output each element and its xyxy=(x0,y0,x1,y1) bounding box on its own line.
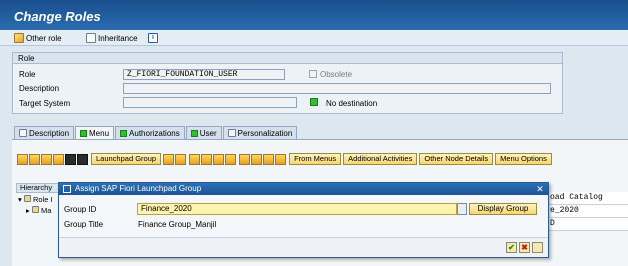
tab-label: Description xyxy=(29,128,70,138)
group-id-input[interactable]: Finance_2020 xyxy=(137,203,457,215)
inheritance-label: Inheritance xyxy=(98,33,138,43)
hierarchy-tree: ▾ Role I ▸ Ma xyxy=(18,195,53,215)
find-icon[interactable] xyxy=(189,153,201,165)
move-down-icon[interactable] xyxy=(65,153,76,165)
assign-launchpad-group-dialog: Assign SAP Fiori Launchpad Group ✕ Group… xyxy=(58,182,549,258)
dialog-footer: ✔ ✖ xyxy=(59,237,548,257)
group-id-label: Group ID xyxy=(64,205,97,214)
help-icon[interactable] xyxy=(532,242,543,253)
node-detail-column: oad Catalog e_2020 D xyxy=(548,192,628,231)
status-green-icon xyxy=(120,129,128,137)
menu-options-button[interactable]: Menu Options xyxy=(495,153,552,165)
tab-label: User xyxy=(199,128,217,138)
other-role-label: Other role xyxy=(26,33,62,43)
window-title: Change Roles xyxy=(14,9,101,24)
role-section: Role Role Z_FIORI_FOUNDATION_USER Obsole… xyxy=(12,52,563,114)
magnifier-icon[interactable] xyxy=(239,153,251,165)
close-icon[interactable]: ✕ xyxy=(535,184,545,194)
report-icon[interactable] xyxy=(175,153,187,165)
target-system-field[interactable] xyxy=(123,97,297,108)
tab-label: Personalization xyxy=(237,128,293,138)
document-icon xyxy=(86,33,96,43)
print-icon[interactable] xyxy=(275,153,287,165)
tree-node-label: Role I xyxy=(32,195,53,204)
expand-icon[interactable] xyxy=(213,153,225,165)
folder-open-icon[interactable] xyxy=(41,153,52,165)
title-bar: Change Roles xyxy=(0,0,628,30)
folder-icon[interactable] xyxy=(17,153,28,165)
destination-status: No destination xyxy=(326,99,378,108)
group-title-value: Finance Group_Manjil xyxy=(138,220,217,229)
info-button[interactable]: i xyxy=(148,32,158,44)
pencil-icon xyxy=(14,33,24,43)
detail-cell: D xyxy=(548,218,628,231)
description-label: Description xyxy=(19,84,60,93)
delete-icon[interactable] xyxy=(53,153,64,165)
value-help-icon[interactable] xyxy=(457,203,467,215)
tab-description[interactable]: Description xyxy=(14,126,75,139)
launchpad-group-button[interactable]: Launchpad Group xyxy=(91,153,162,165)
folder-icon xyxy=(23,195,31,202)
role-section-header: Role xyxy=(13,53,562,64)
target-system-label: Target System xyxy=(19,99,71,108)
description-field[interactable] xyxy=(123,83,551,94)
obsolete-label: Obsolete xyxy=(320,70,353,79)
from-menus-button[interactable]: From Menus xyxy=(289,153,342,165)
group-title-label: Group Title xyxy=(64,220,104,229)
obsolete-checkbox[interactable] xyxy=(309,70,317,78)
detail-cell: oad Catalog xyxy=(548,192,628,205)
menu-toolbar: Launchpad Group From Menus Additional Ac… xyxy=(17,152,554,166)
document-icon xyxy=(227,129,236,137)
layout-icon[interactable] xyxy=(251,153,263,165)
folder-new-icon[interactable] xyxy=(29,153,40,165)
additional-activities-button[interactable]: Additional Activities xyxy=(343,153,418,165)
tab-menu[interactable]: Menu xyxy=(75,126,115,139)
hierarchy-header: Hierarchy xyxy=(16,183,62,193)
move-up-icon[interactable] xyxy=(77,153,88,165)
confirm-icon[interactable]: ✔ xyxy=(506,242,517,253)
tab-personalization[interactable]: Personalization xyxy=(222,126,298,139)
tab-authorizations[interactable]: Authorizations xyxy=(115,126,185,139)
role-label: Role xyxy=(19,70,36,79)
folder-icon xyxy=(31,206,39,213)
info-icon[interactable] xyxy=(263,153,275,165)
status-green-icon xyxy=(80,129,88,137)
tree-node-label: Ma xyxy=(40,206,52,215)
role-field[interactable]: Z_FIORI_FOUNDATION_USER xyxy=(123,69,285,80)
tree-node-root[interactable]: ▾ Role I xyxy=(18,195,53,204)
display-group-button[interactable]: Display Group xyxy=(469,203,537,215)
insert-icon[interactable] xyxy=(163,153,175,165)
application-toolbar: Other role Inheritance i xyxy=(0,30,628,46)
tab-strip: Description Menu Authorizations User Per… xyxy=(14,126,298,139)
cancel-icon[interactable]: ✖ xyxy=(519,242,530,253)
dialog-title-bar: Assign SAP Fiori Launchpad Group ✕ xyxy=(59,183,548,195)
tab-user[interactable]: User xyxy=(185,126,222,139)
collapse-icon[interactable] xyxy=(225,153,237,165)
tab-label: Authorizations xyxy=(129,128,180,138)
find-next-icon[interactable] xyxy=(201,153,213,165)
dialog-title: Assign SAP Fiori Launchpad Group xyxy=(75,184,202,193)
other-role-button[interactable]: Other role xyxy=(14,32,62,44)
info-icon: i xyxy=(148,33,158,43)
other-node-details-button[interactable]: Other Node Details xyxy=(419,153,494,165)
status-green-icon xyxy=(190,129,198,137)
status-green-icon xyxy=(310,98,318,106)
inheritance-button[interactable]: Inheritance xyxy=(86,32,138,44)
tree-node-child[interactable]: ▸ Ma xyxy=(26,206,53,215)
document-icon xyxy=(19,129,27,137)
tab-label: Menu xyxy=(89,128,110,138)
window-icon xyxy=(63,185,71,193)
detail-cell: e_2020 xyxy=(548,205,628,218)
